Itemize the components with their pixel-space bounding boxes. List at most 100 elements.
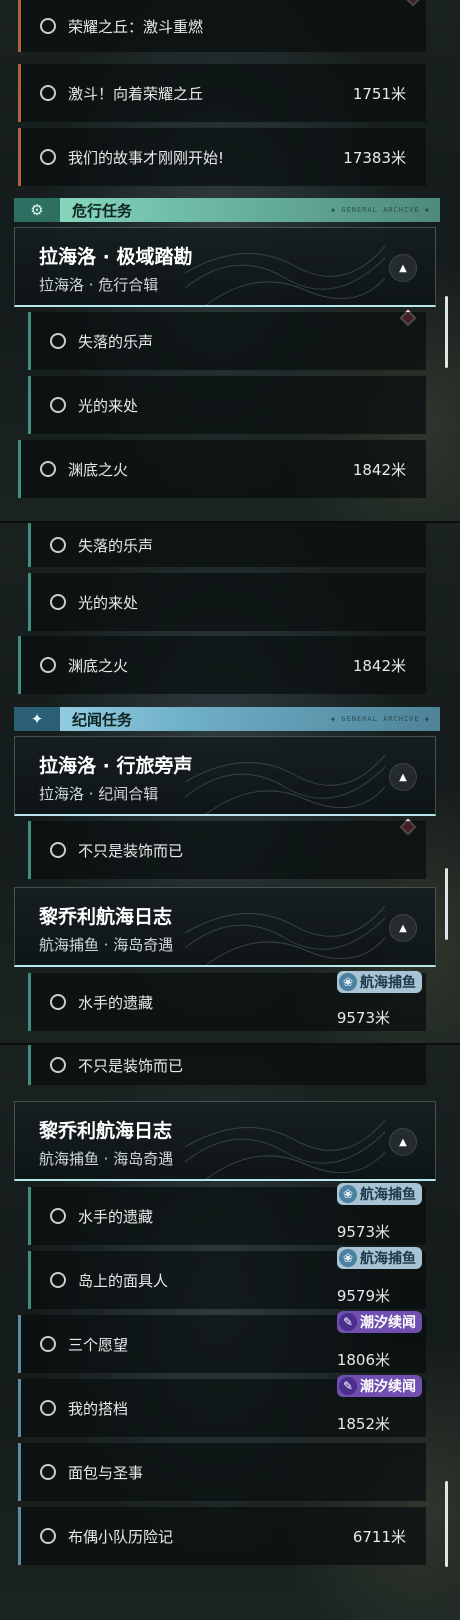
quest-bar: [18, 128, 21, 186]
fishing-tag: ❀ 航海捕鱼: [337, 1247, 422, 1269]
tag-label: 航海捕鱼: [360, 1187, 416, 1203]
tide-tag: ✎ 潮汐续闻: [337, 1311, 422, 1333]
quest-distance: 17383米: [343, 148, 406, 167]
quest-bar: [28, 1251, 31, 1309]
quest-item-glory-revive[interactable]: 荣耀之丘：激斗重燃: [18, 0, 426, 52]
quest-item-abyss-fire[interactable]: 渊底之火 1842米: [18, 440, 426, 498]
quest-bar: [18, 636, 21, 694]
topo-decoration: [185, 754, 385, 815]
quest-bar: [28, 523, 31, 567]
quest-name: 我的搭档: [68, 1399, 129, 1418]
quest-distance: 1751米: [352, 84, 406, 103]
quest-bar: [28, 1045, 31, 1085]
sparkle-icon: ✦: [14, 707, 60, 731]
quest-item-three-wishes[interactable]: 三个愿望 1806米 ✎ 潮汐续闻: [18, 1311, 426, 1373]
quest-distance: 9579米: [336, 1287, 390, 1305]
quest-item-decoration[interactable]: 不只是装饰而已: [28, 821, 426, 879]
quest-group-ligeli-log[interactable]: 黎乔利航海日志 航海捕鱼 · 海岛奇遇 ▲: [14, 1101, 436, 1181]
collapse-button[interactable]: ▲: [389, 1128, 417, 1156]
quest-distance: 9573米: [336, 1223, 390, 1241]
quest-name: 荣耀之丘：激斗重燃: [68, 17, 204, 36]
quest-bar: [18, 1379, 21, 1437]
quest-status-ring-icon: [50, 537, 66, 553]
quest-item-sailor-treasure[interactable]: 水手的遗藏 9573米 ❀ 航海捕鱼: [28, 971, 426, 1031]
fishing-tag: ❀ 航海捕鱼: [337, 1183, 422, 1205]
quest-bar: [18, 1443, 21, 1501]
quest-item-sailor-treasure[interactable]: 水手的遗藏 9573米 ❀ 航海捕鱼: [28, 1183, 426, 1245]
quest-name: 三个愿望: [68, 1335, 129, 1354]
quest-status-ring-icon: [50, 397, 66, 413]
quest-status-ring-icon: [50, 842, 66, 858]
quest-distance: 1842米: [352, 656, 406, 675]
tag-label: 潮汐续闻: [360, 1315, 416, 1331]
fish-hook-icon: ❀: [339, 973, 357, 991]
quest-distance: 9573米: [336, 1009, 390, 1027]
quest-status-ring-icon: [50, 994, 66, 1010]
quest-bar: [18, 0, 21, 52]
quest-distance: 1852米: [336, 1415, 390, 1433]
quest-status-ring-icon: [40, 1336, 56, 1352]
topo-decoration: [185, 245, 385, 306]
quest-item-lost-music[interactable]: 失落的乐声: [28, 312, 426, 370]
quest-item-doll-adventure[interactable]: 布偶小队历险记 6711米: [18, 1507, 426, 1565]
fish-hook-icon: ❀: [339, 1249, 357, 1267]
quest-status-ring-icon: [40, 1400, 56, 1416]
quest-item-decoration[interactable]: 不只是装饰而已: [28, 1045, 426, 1085]
quest-group-ligeli-log[interactable]: 黎乔利航海日志 航海捕鱼 · 海岛奇遇 ▲: [14, 887, 436, 967]
quest-status-ring-icon: [50, 1057, 66, 1073]
quest-group-lahailuo-polar[interactable]: 拉海洛 · 极域踏勘 拉海洛 · 危行合辑 ▲: [14, 227, 436, 307]
quest-bar: [28, 1187, 31, 1245]
scrollbar-thumb[interactable]: [445, 868, 448, 940]
quest-item-origin-light[interactable]: 光的来处: [28, 573, 426, 631]
quest-bar: [18, 440, 21, 498]
quest-name: 光的来处: [78, 593, 139, 612]
group-title: 黎乔利航海日志: [39, 1120, 173, 1142]
section-deco-text: ◆ GENERAL ARCHIVE ◆: [330, 715, 430, 723]
feather-icon: ✎: [339, 1313, 357, 1331]
quest-status-ring-icon: [50, 333, 66, 349]
group-subtitle: 航海捕鱼 · 海岛奇遇: [39, 1150, 174, 1168]
quest-bar: [18, 1315, 21, 1373]
section-title: 危行任务: [72, 201, 133, 220]
quest-item-my-partner[interactable]: 我的搭档 1852米 ✎ 潮汐续闻: [18, 1375, 426, 1437]
quest-bar: [28, 821, 31, 879]
group-subtitle: 拉海洛 · 危行合辑: [39, 276, 159, 294]
quest-distance: 1842米: [352, 460, 406, 479]
quest-name: 面包与圣事: [68, 1463, 144, 1482]
quest-bar: [18, 64, 21, 122]
quest-item-island-mask[interactable]: 岛上的面具人 9579米 ❀ 航海捕鱼: [28, 1247, 426, 1309]
quest-status-ring-icon: [40, 149, 56, 165]
scrollbar-thumb[interactable]: [445, 1481, 448, 1567]
screenshot-segment-1: 荣耀之丘：激斗重燃 激斗！向着荣耀之丘 1751米 我们的故事才刚刚开始! 17…: [0, 0, 460, 522]
quest-item-glory-fight[interactable]: 激斗！向着荣耀之丘 1751米: [18, 64, 426, 122]
quest-group-lahailuo-travel[interactable]: 拉海洛 · 行旅旁声 拉海洛 · 纪闻合辑 ▲: [14, 736, 436, 816]
collapse-button[interactable]: ▲: [389, 914, 417, 942]
quest-distance: 6711米: [352, 1527, 406, 1546]
group-title: 黎乔利航海日志: [39, 906, 173, 928]
quest-bar: [18, 1507, 21, 1565]
quest-status-ring-icon: [40, 1464, 56, 1480]
scrollbar-thumb[interactable]: [445, 296, 448, 368]
quest-item-our-story[interactable]: 我们的故事才刚刚开始! 17383米: [18, 128, 426, 186]
tide-tag: ✎ 潮汐续闻: [337, 1375, 422, 1397]
group-title: 拉海洛 · 极域踏勘: [39, 246, 193, 268]
quest-item-abyss-fire[interactable]: 渊底之火 1842米: [18, 636, 426, 694]
quest-status-ring-icon: [40, 657, 56, 673]
tag-label: 潮汐续闻: [360, 1379, 416, 1395]
collapse-button[interactable]: ▲: [389, 254, 417, 282]
screenshot-segment-3: 不只是装饰而已 黎乔利航海日志 航海捕鱼 · 海岛奇遇 ▲ 水手的遗藏 9573…: [0, 1045, 460, 1620]
topo-decoration: [185, 905, 385, 966]
quest-status-ring-icon: [40, 18, 56, 34]
tag-label: 航海捕鱼: [360, 975, 416, 991]
quest-item-origin-light[interactable]: 光的来处: [28, 376, 426, 434]
section-title: 纪闻任务: [72, 710, 133, 729]
collapse-button[interactable]: ▲: [389, 763, 417, 791]
quest-status-ring-icon: [50, 1208, 66, 1224]
group-title: 拉海洛 · 行旅旁声: [39, 755, 193, 777]
quest-item-bread-saint[interactable]: 面包与圣事: [18, 1443, 426, 1501]
quest-name: 渊底之火: [68, 460, 129, 479]
quest-distance: 1806米: [336, 1351, 390, 1369]
quest-name: 岛上的面具人: [78, 1271, 169, 1290]
quest-item-lost-music[interactable]: 失落的乐声: [28, 523, 426, 567]
section-deco-text: ◆ GENERAL ARCHIVE ◆: [330, 206, 430, 214]
